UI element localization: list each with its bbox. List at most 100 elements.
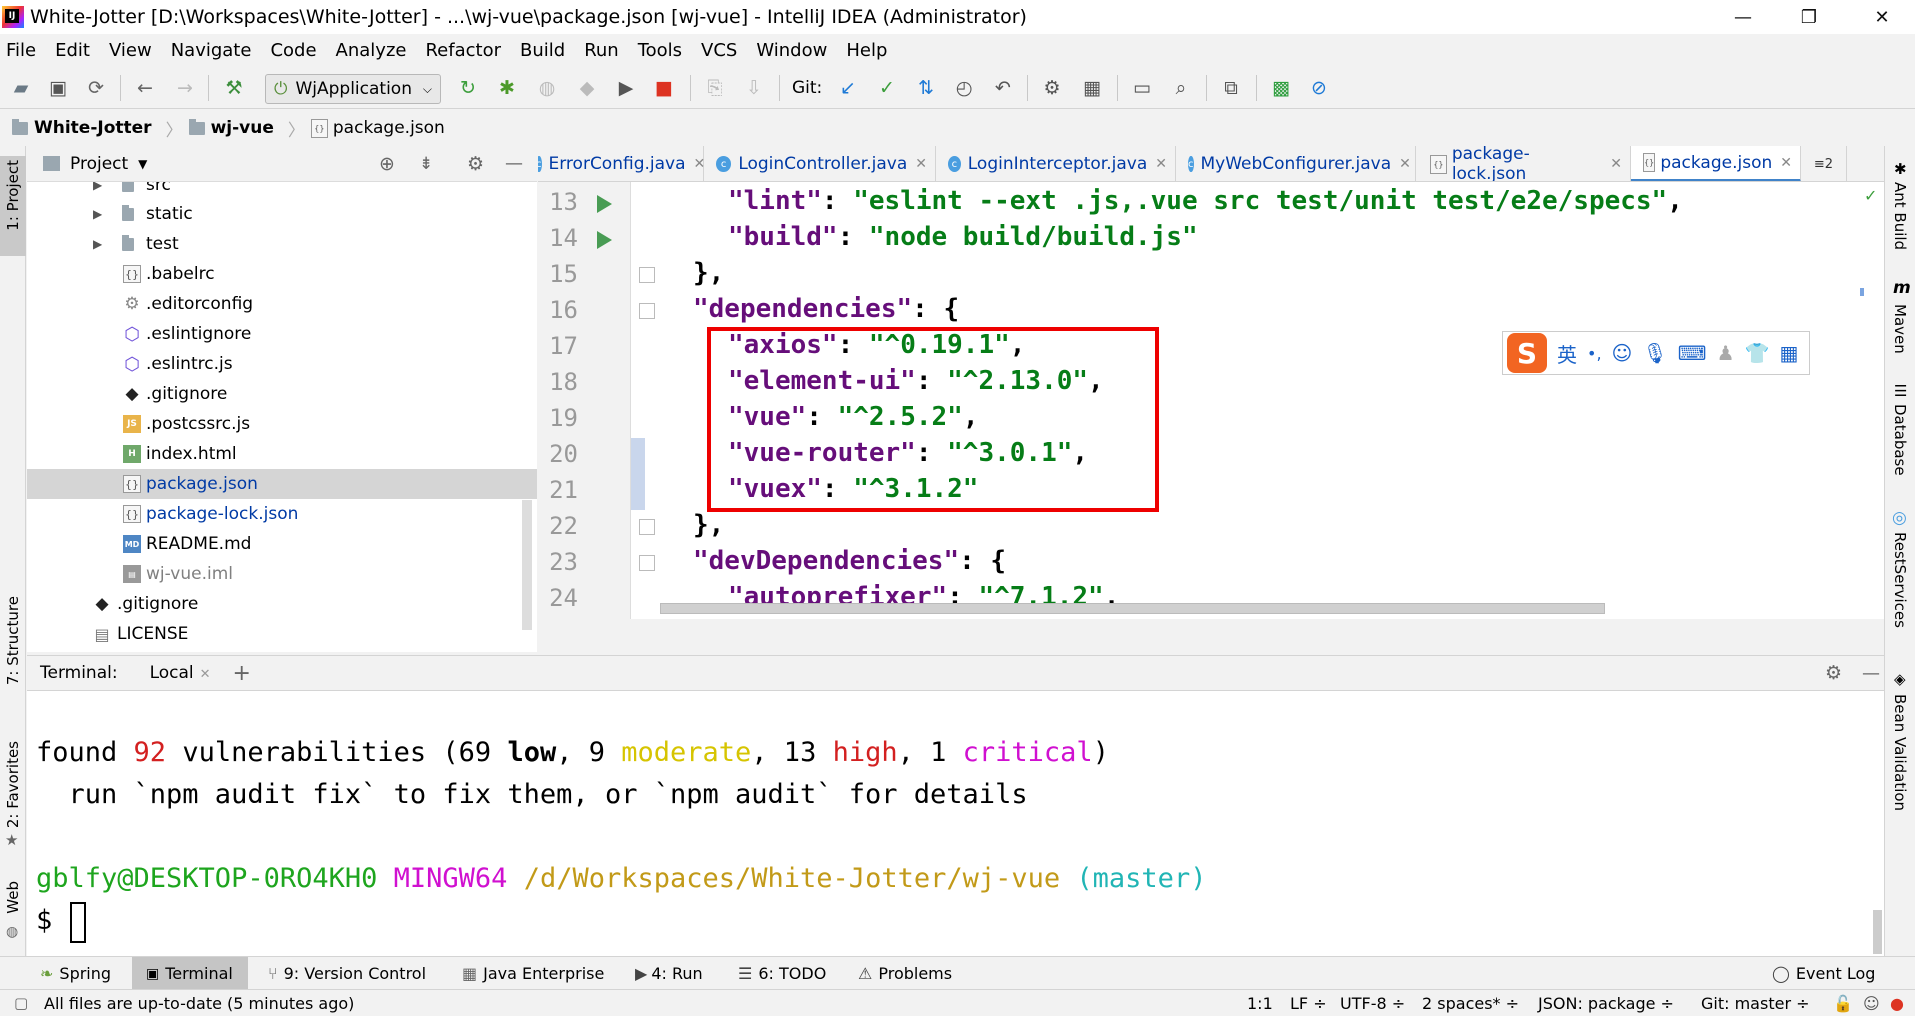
project-structure-icon[interactable]: ▦ [1080, 76, 1104, 100]
tree-item-readme[interactable]: MD README.md [27, 529, 537, 559]
tree-item-eslintignore[interactable]: ⬡ .eslintignore [27, 319, 537, 349]
tabs-overflow-button[interactable]: ≡2 [1801, 146, 1847, 181]
editor-horizontal-scrollbar[interactable] [660, 603, 1605, 614]
breadcrumb-item-file[interactable]: {} package.json [310, 118, 445, 138]
tool-tab-favorites[interactable]: 2: Favorites [4, 741, 22, 828]
open-folder-icon[interactable]: ▰ [9, 76, 33, 100]
tab-my-web-configurer[interactable]: c MyWebConfigurer.java ✕ [1176, 146, 1416, 181]
tool-tab-spring[interactable]: ❧ Spring [40, 957, 130, 990]
toggle-tool-windows-icon[interactable]: ▢ [14, 994, 28, 1012]
skin-shirt-icon[interactable]: 👕 [1745, 341, 1770, 365]
chevron-right-icon[interactable]: ▶ [93, 207, 102, 221]
coverage-icon[interactable]: ◍ [535, 76, 559, 100]
power-save-icon[interactable]: ⊘ [1307, 76, 1331, 100]
search-icon[interactable]: ⌕ [1169, 76, 1193, 100]
terminal-window-icon[interactable]: ▭ [1130, 76, 1154, 100]
ime-punctuation-toggle[interactable]: •, [1587, 344, 1602, 363]
emoji-icon[interactable]: ☺ [1612, 341, 1633, 365]
indent-select[interactable]: 2 spaces* ÷ [1422, 994, 1519, 1013]
hide-panel-icon[interactable]: — [1862, 663, 1880, 684]
tool-tab-maven[interactable]: Maven [1891, 304, 1909, 354]
close-icon[interactable]: ✕ [1399, 156, 1411, 172]
tool-tab-project[interactable]: 1: Project [4, 160, 22, 231]
terminal-tab-local[interactable]: Local ✕ [146, 663, 215, 683]
hide-panel-icon[interactable]: — [505, 153, 523, 174]
terminal-scrollbar[interactable] [1873, 910, 1882, 954]
keyboard-icon[interactable]: ⌨ [1678, 341, 1707, 365]
minimize-button[interactable]: — [1710, 0, 1776, 34]
debug-bug-icon[interactable]: ✱ [495, 76, 519, 100]
menu-tools[interactable]: Tools [638, 40, 682, 61]
menu-help[interactable]: Help [846, 40, 887, 61]
tool-tab-bean-validation[interactable]: Bean Validation [1891, 694, 1909, 811]
sync-icon[interactable]: ⟳ [84, 76, 108, 100]
collapse-all-icon[interactable]: ⇟ [419, 154, 433, 174]
tree-item-root-gitignore[interactable]: ◆ .gitignore [27, 589, 537, 619]
tool-tab-terminal[interactable]: ▣ Terminal [132, 957, 248, 990]
run-script-icon[interactable] [597, 231, 612, 249]
tree-item-license[interactable]: ▤ LICENSE [27, 619, 537, 649]
tree-item-eslintrc[interactable]: ⬡ .eslintrc.js [27, 349, 537, 379]
tab-error-config[interactable]: c ErrorConfig.java ✕ [538, 146, 705, 181]
tree-item-babelrc[interactable]: {} .babelrc [27, 259, 537, 289]
gear-icon[interactable]: ⚙ [467, 153, 484, 175]
menu-refactor[interactable]: Refactor [425, 40, 501, 61]
breadcrumb-item-root[interactable]: White-Jotter [12, 118, 152, 138]
chevron-right-icon[interactable]: ▶ [93, 182, 102, 192]
close-button[interactable]: ✕ [1849, 0, 1915, 34]
locate-icon[interactable]: ⊕ [379, 153, 395, 175]
tree-item-gitignore[interactable]: ◆ .gitignore [27, 379, 537, 409]
tree-item-index-html[interactable]: H index.html [27, 439, 537, 469]
tool-tab-database[interactable]: Database [1891, 404, 1909, 476]
terminal-output[interactable]: found 92 vulnerabilities (69 low, 9 mode… [27, 691, 1884, 956]
line-separator-select[interactable]: LF ÷ [1290, 994, 1327, 1013]
close-icon[interactable]: ✕ [200, 667, 211, 682]
tree-item-editorconfig[interactable]: ⚙ .editorconfig [27, 289, 537, 319]
tool-tab-version-control[interactable]: ⑂ 9: Version Control [268, 957, 438, 990]
tool-tab-rest-services[interactable]: RestServices [1891, 532, 1909, 628]
microphone-icon[interactable]: 🎙 [1642, 341, 1667, 365]
tool-tab-ant-build[interactable]: Ant Build [1891, 182, 1909, 250]
run-script-icon[interactable] [597, 195, 612, 213]
menu-code[interactable]: Code [270, 40, 316, 61]
gear-icon[interactable]: ⚙ [1825, 662, 1842, 684]
fold-marker-icon[interactable] [639, 519, 655, 535]
revert-icon[interactable]: ↶ [991, 76, 1015, 100]
menu-window[interactable]: Window [756, 40, 827, 61]
history-icon[interactable]: ◴ [952, 76, 976, 100]
tree-item-package-json[interactable]: {} package.json [27, 469, 537, 499]
stop-icon[interactable]: ■ [652, 76, 676, 100]
ime-language-toggle[interactable]: 英 [1557, 339, 1577, 368]
caret-position[interactable]: 1:1 [1247, 994, 1273, 1013]
close-icon[interactable]: ✕ [1780, 155, 1792, 171]
chevron-right-icon[interactable]: ▶ [93, 237, 102, 251]
menu-run[interactable]: Run [584, 40, 619, 61]
tool-tab-todo[interactable]: ☰ 6: TODO [738, 957, 834, 990]
toolbox-grid-icon[interactable]: ▦ [1780, 341, 1799, 365]
back-icon[interactable]: ← [133, 76, 157, 100]
menu-navigate[interactable]: Navigate [171, 40, 252, 61]
menu-view[interactable]: View [109, 40, 152, 61]
new-session-plus-icon[interactable]: + [233, 661, 251, 686]
tree-item-test[interactable]: ▶ test [27, 229, 537, 259]
event-log-button[interactable]: ◯ Event Log [1772, 957, 1884, 990]
tool-tab-web[interactable]: Web [4, 881, 22, 914]
attach-icon[interactable]: ⎘ [703, 76, 727, 100]
menu-build[interactable]: Build [520, 40, 565, 61]
deploy-icon[interactable]: ⇩ [742, 76, 766, 100]
inspector-icon[interactable]: ☺ [1863, 994, 1880, 1013]
run-with-icon[interactable]: ▶ [614, 76, 638, 100]
run-configuration-select[interactable]: ⏻ WjApplication ⌵ [265, 74, 441, 104]
build-hammer-icon[interactable]: ⚒ [222, 76, 246, 100]
encoding-select[interactable]: UTF-8 ÷ [1340, 994, 1405, 1013]
project-view-label[interactable]: Project [70, 154, 128, 174]
chevron-down-icon[interactable]: ▼ [138, 157, 147, 171]
tool-tab-java-enterprise[interactable]: ▦ Java Enterprise [462, 957, 612, 990]
forward-icon[interactable]: → [173, 76, 197, 100]
tree-item-src[interactable]: ▶ src [27, 182, 537, 200]
vcs-operations-icon[interactable]: ⧉ [1219, 76, 1243, 100]
git-update-icon[interactable]: ↙ [836, 76, 860, 100]
tree-item-static[interactable]: ▶ static [27, 199, 537, 229]
menu-vcs[interactable]: VCS [701, 40, 737, 61]
sogou-logo-icon[interactable]: S [1507, 333, 1547, 373]
